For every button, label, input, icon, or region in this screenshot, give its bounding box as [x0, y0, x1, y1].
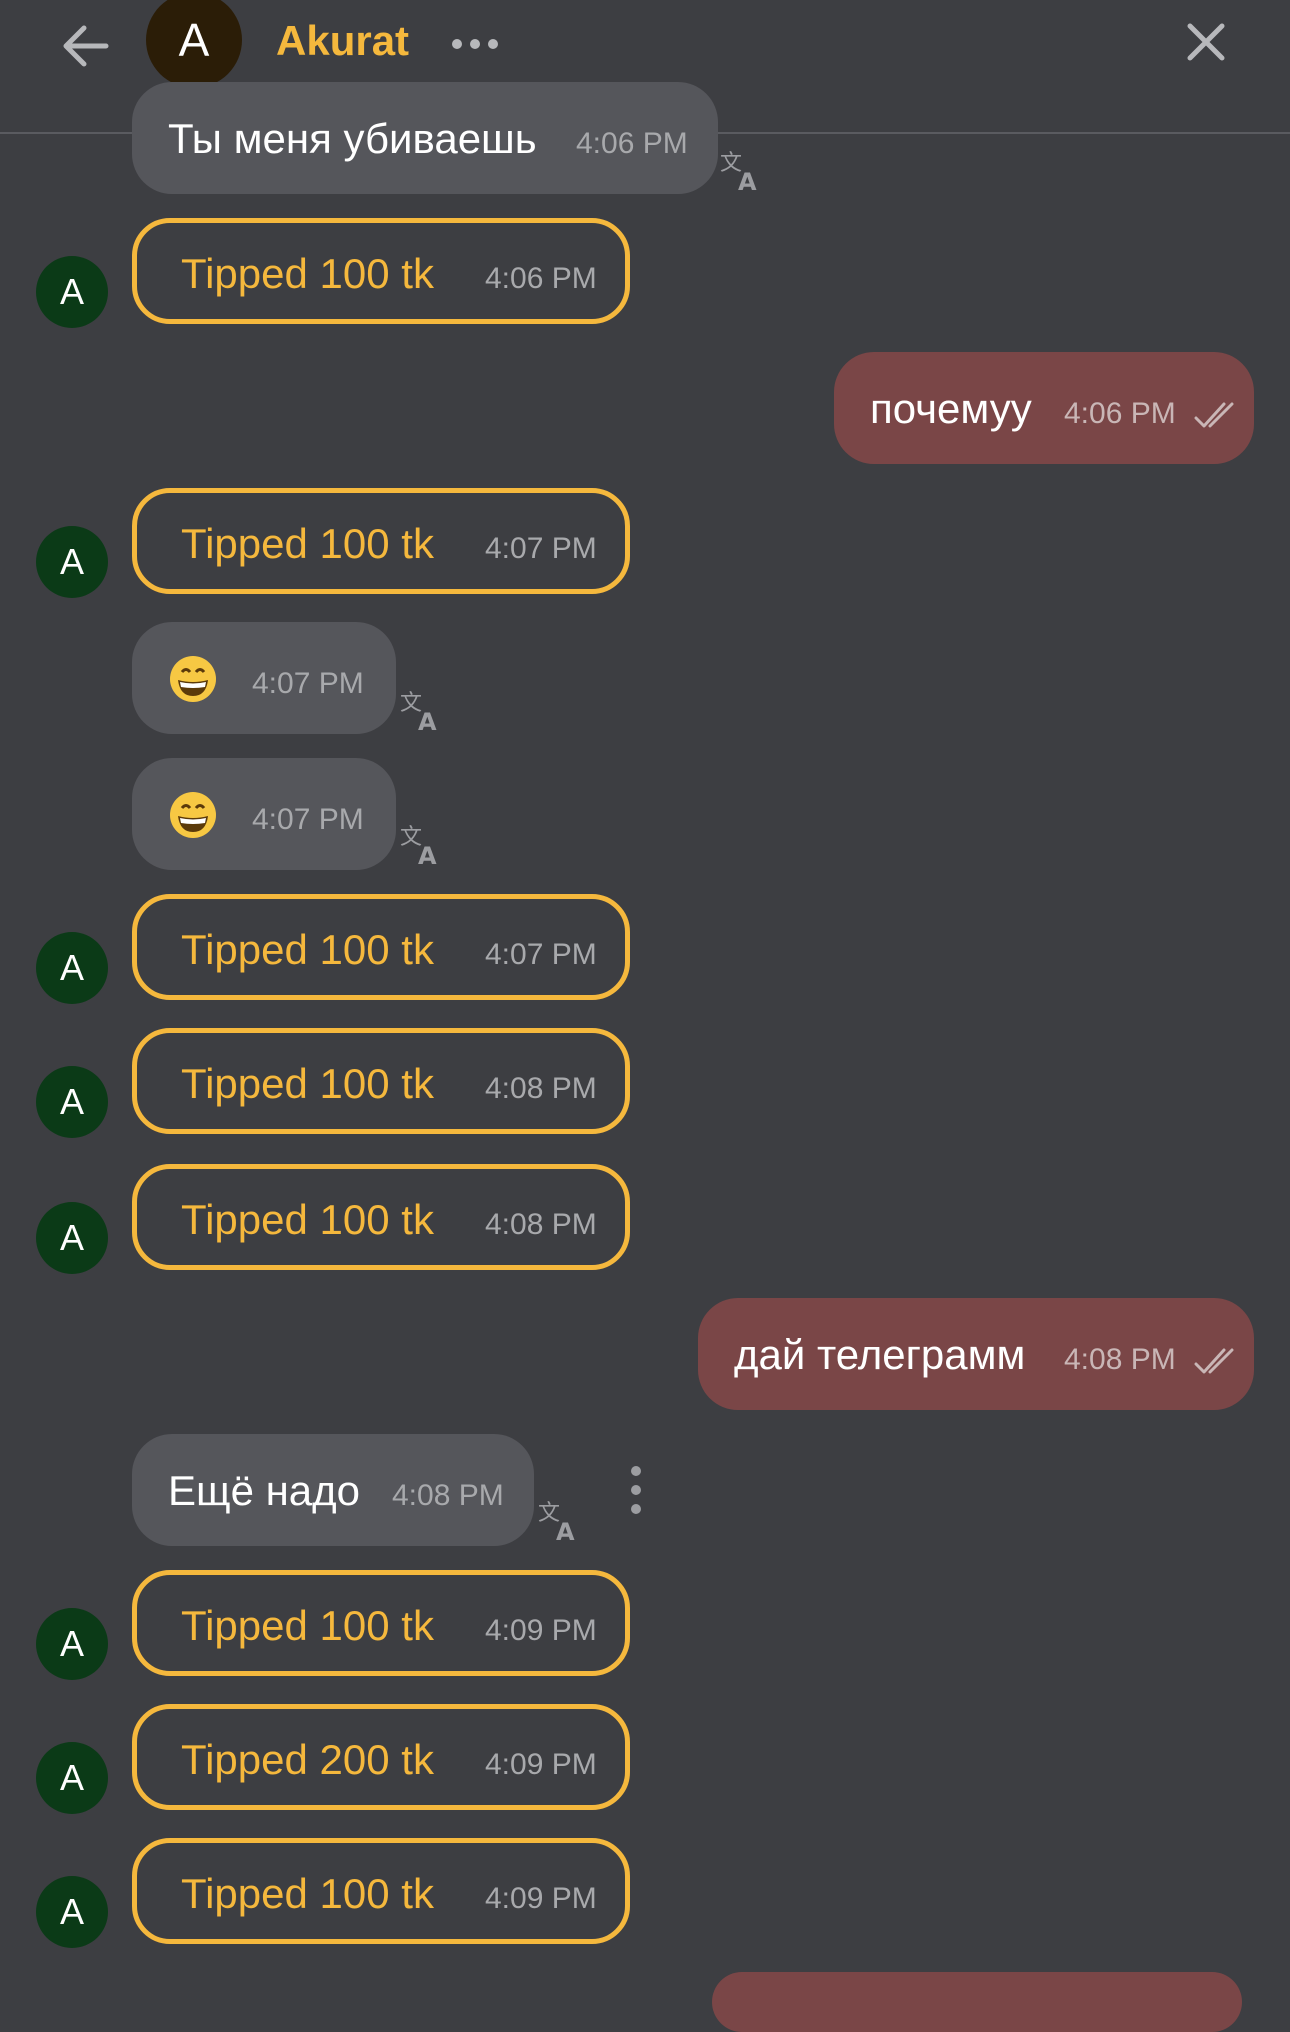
- message-time: 4:08 PM: [485, 1072, 597, 1105]
- translate-icon[interactable]: 文 A: [398, 822, 444, 868]
- tip-message[interactable]: Tipped 100 tk 4:07 PM: [132, 894, 630, 1000]
- message-time: 4:06 PM: [1064, 397, 1176, 430]
- translate-icon[interactable]: 文 A: [398, 688, 444, 734]
- tip-message[interactable]: Tipped 100 tk 4:09 PM: [132, 1838, 630, 1944]
- message-time: 4:06 PM: [576, 127, 688, 160]
- tip-text: Tipped 100 tk: [181, 1602, 434, 1649]
- tip-message[interactable]: Tipped 100 tk 4:08 PM: [132, 1164, 630, 1270]
- outgoing-message-partial[interactable]: [712, 1972, 1242, 2032]
- message-time: 4:08 PM: [1064, 1343, 1176, 1376]
- back-arrow-icon[interactable]: [56, 16, 116, 76]
- svg-text:A: A: [738, 168, 757, 194]
- tip-message[interactable]: Tipped 100 tk 4:09 PM: [132, 1570, 630, 1676]
- message-time: 4:09 PM: [485, 1882, 597, 1915]
- message-time: 4:08 PM: [485, 1208, 597, 1241]
- incoming-message[interactable]: 4:07 PM: [132, 622, 396, 734]
- incoming-message[interactable]: Ещё надо 4:08 PM: [132, 1434, 534, 1546]
- double-check-icon: [1194, 1348, 1234, 1374]
- message-text: Ещё надо: [168, 1467, 361, 1514]
- contact-name[interactable]: Akurat: [276, 14, 409, 68]
- message-time: 4:09 PM: [485, 1748, 597, 1781]
- incoming-message[interactable]: 4:07 PM: [132, 758, 396, 870]
- tip-text: Tipped 100 tk: [181, 520, 434, 567]
- tip-text: Tipped 100 tk: [181, 1196, 434, 1243]
- svg-text:A: A: [418, 708, 437, 734]
- translate-icon[interactable]: 文 A: [536, 1498, 582, 1544]
- message-time: 4:07 PM: [485, 532, 597, 565]
- grinning-face-emoji-icon: [170, 656, 216, 702]
- tipper-avatar[interactable]: A: [36, 526, 108, 598]
- translate-icon[interactable]: 文 A: [718, 148, 764, 194]
- tipper-avatar[interactable]: A: [36, 256, 108, 328]
- message-time: 4:07 PM: [252, 803, 364, 836]
- outgoing-message[interactable]: дай телеграмм 4:08 PM: [698, 1298, 1254, 1410]
- tip-text: Tipped 100 tk: [181, 926, 434, 973]
- message-time: 4:07 PM: [485, 938, 597, 971]
- grinning-face-emoji-icon: [170, 792, 216, 838]
- tip-text: Tipped 100 tk: [181, 250, 434, 297]
- tip-message[interactable]: Tipped 100 tk 4:07 PM: [132, 488, 630, 594]
- tip-text: Tipped 100 tk: [181, 1870, 434, 1917]
- message-time: 4:08 PM: [392, 1479, 504, 1512]
- double-check-icon: [1194, 402, 1234, 428]
- close-icon[interactable]: [1184, 20, 1228, 64]
- tipper-avatar[interactable]: A: [36, 1202, 108, 1274]
- tip-message[interactable]: Tipped 100 tk 4:06 PM: [132, 218, 630, 324]
- message-time: 4:07 PM: [252, 667, 364, 700]
- svg-text:A: A: [556, 1518, 575, 1544]
- tipper-avatar[interactable]: A: [36, 1066, 108, 1138]
- tip-message[interactable]: Tipped 200 tk 4:09 PM: [132, 1704, 630, 1810]
- message-text: дай телеграмм: [734, 1331, 1026, 1378]
- message-time: 4:09 PM: [485, 1614, 597, 1647]
- message-text: Ты меня убиваешь: [168, 115, 537, 162]
- tip-text: Tipped 100 tk: [181, 1060, 434, 1107]
- incoming-message[interactable]: Ты меня убиваешь 4:06 PM: [132, 82, 718, 194]
- message-text: почемуу: [870, 385, 1032, 432]
- tip-message[interactable]: Tipped 100 tk 4:08 PM: [132, 1028, 630, 1134]
- tip-text: Tipped 200 tk: [181, 1736, 434, 1783]
- tipper-avatar[interactable]: A: [36, 1608, 108, 1680]
- svg-text:A: A: [418, 842, 437, 868]
- tipper-avatar[interactable]: A: [36, 932, 108, 1004]
- outgoing-message[interactable]: почемуу 4:06 PM: [834, 352, 1254, 464]
- message-time: 4:06 PM: [485, 262, 597, 295]
- message-options-icon[interactable]: [626, 1464, 646, 1516]
- contact-avatar[interactable]: A: [146, 0, 242, 88]
- tipper-avatar[interactable]: A: [36, 1876, 108, 1948]
- tipper-avatar[interactable]: A: [36, 1742, 108, 1814]
- more-options-icon[interactable]: [450, 32, 500, 56]
